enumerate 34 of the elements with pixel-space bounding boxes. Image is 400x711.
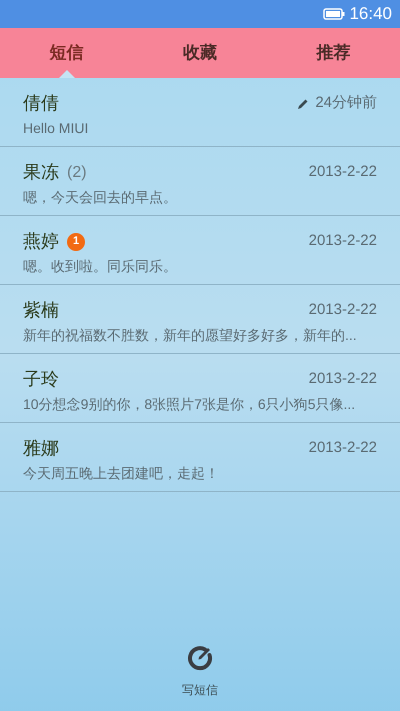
- compose-button[interactable]: 写短信: [182, 645, 218, 699]
- conversation-row[interactable]: 子玲 2013-2-22 10分想念9别的你，8张照片7张是你，6只小狗5只像...: [0, 354, 400, 423]
- contact-name: 雅娜: [23, 437, 59, 460]
- compose-icon: [187, 645, 213, 671]
- contact-name: 果冻: [23, 161, 59, 184]
- message-time: 2013-2-22: [308, 369, 377, 390]
- message-time: 2013-2-22: [308, 162, 377, 182]
- message-preview: 嗯。收到啦。同乐同乐。: [23, 257, 178, 276]
- selected-pointer-icon: [58, 70, 75, 78]
- contact-name: 燕婷: [23, 230, 59, 253]
- clock-text: 16:40: [349, 3, 392, 26]
- conversation-row[interactable]: 紫楠 2013-2-22 新年的祝福数不胜数，新年的愿望好多好多，新年的...: [0, 285, 400, 354]
- message-preview: 今天周五晚上去团建吧，走起！: [23, 464, 220, 483]
- conversation-row[interactable]: 果冻 (2) 2013-2-22 嗯，今天会回去的早点。: [0, 147, 400, 216]
- tab[interactable]: 短信: [0, 28, 134, 78]
- conversation-row[interactable]: 倩倩 24分钟前 Hello MIUI: [0, 78, 400, 147]
- message-time: 24分钟前: [315, 93, 377, 114]
- tab[interactable]: 推荐: [266, 28, 400, 78]
- conversation-row[interactable]: 雅娜 2013-2-22 今天周五晚上去团建吧，走起！: [0, 423, 400, 492]
- contact-name: 倩倩: [23, 92, 59, 115]
- contact-name: 紫楠: [23, 299, 59, 322]
- contact-name: 子玲: [23, 368, 59, 391]
- message-preview: 嗯，今天会回去的早点。: [23, 188, 178, 207]
- unread-badge: 1: [67, 232, 85, 250]
- message-time: 2013-2-22: [308, 300, 377, 320]
- message-preview: 新年的祝福数不胜数，新年的愿望好多好多，新年的...: [23, 326, 358, 345]
- battery-icon: [323, 8, 346, 20]
- message-time: 2013-2-22: [308, 438, 377, 458]
- message-count: (2): [67, 162, 87, 182]
- tab[interactable]: 收藏: [133, 28, 267, 78]
- message-preview: Hello MIUI: [23, 119, 90, 138]
- message-time: 2013-2-22: [308, 231, 377, 252]
- message-preview: 10分想念9别的你，8张照片7张是你，6只小狗5只像...: [23, 395, 356, 414]
- conversation-row[interactable]: 燕婷 1 2013-2-22 嗯。收到啦。同乐同乐。: [0, 216, 400, 285]
